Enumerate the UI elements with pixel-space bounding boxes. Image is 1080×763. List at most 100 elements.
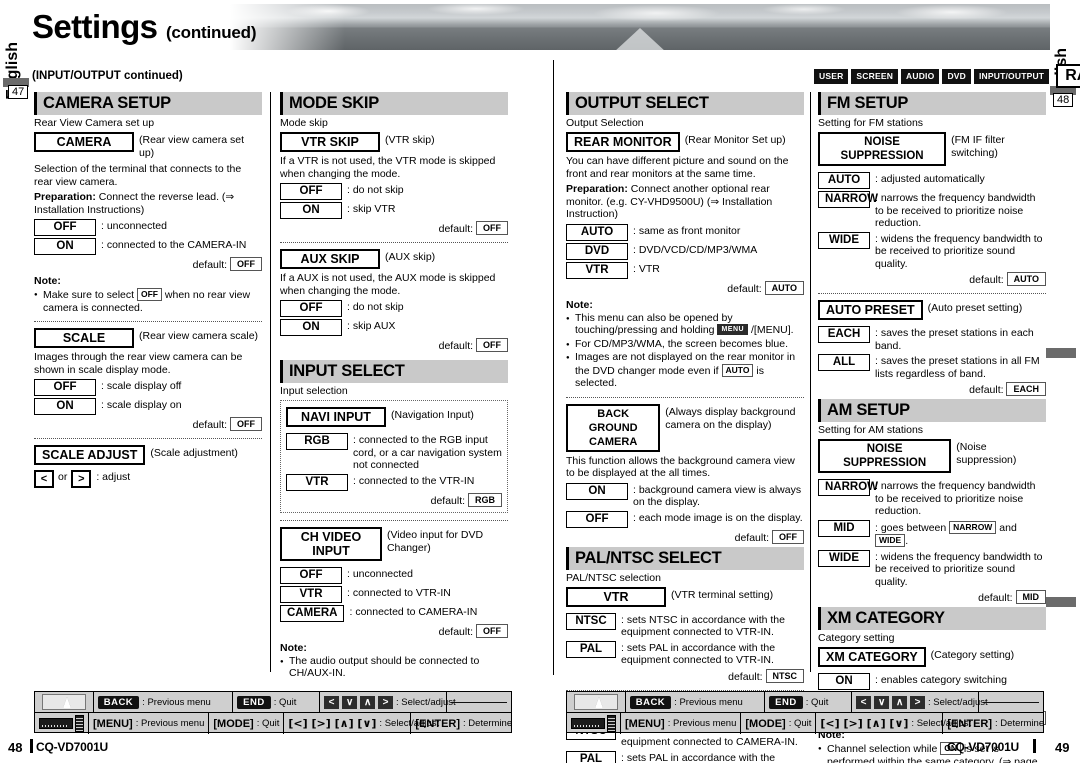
key-vtr-skip-row: VTR SKIP (VTR skip) [280,132,508,152]
legend-mode-left: [MODE] : Quit [209,713,285,734]
option-box-on[interactable]: ON [34,238,96,255]
option-box-rm-auto[interactable]: AUTO [566,223,628,241]
edge-marker-2 [1046,597,1076,607]
tab-audio[interactable]: AUDIO [901,68,940,84]
fm-option-narrow: NARROW : narrows the frequency bandwidth… [818,191,1046,230]
default-label-vtrterm: default: [728,670,763,683]
preset-default-row: default: EACH [818,382,1046,396]
option-box-chv-vtr[interactable]: VTR [280,585,342,603]
option-box-scale-on[interactable]: ON [34,398,96,415]
option-desc-navi-vtr: : connected to the VTR-IN [353,474,475,487]
option-box-rm-vtr[interactable]: VTR [566,261,628,279]
option-box-vtrterm-pal[interactable]: PAL [566,640,616,658]
option-box-scale-off[interactable]: OFF [34,379,96,396]
model-bar-left [30,739,33,753]
option-box-preset-each[interactable]: EACH [818,326,870,343]
option-box-vtr-on[interactable]: ON [280,202,342,219]
option-box-fm-auto[interactable]: AUTO [818,172,870,189]
option-box-preset-all[interactable]: ALL [818,354,870,371]
arrow-right-icon-2[interactable]: > [910,695,925,709]
option-box-bg-on[interactable]: ON [566,482,628,500]
enter-key-label[interactable]: [ENTER] [415,718,460,730]
arrow-down-icon[interactable]: ∨ [342,695,357,709]
arrow-right-icon[interactable]: > [378,695,393,709]
tab-radio[interactable]: RADIO [1056,64,1080,88]
option-box-chv-off[interactable]: OFF [280,566,342,584]
default-label-preset: default: [969,384,1004,396]
end-text-2: : Quit [805,696,829,708]
mode-key-label[interactable]: [MODE] [213,718,253,730]
option-box-off[interactable]: OFF [34,219,96,236]
back-chip-icon[interactable]: BACK [97,695,140,709]
option-box-xm-on[interactable]: ON [818,673,870,690]
key-am-noise-row: NOISE SUPPRESSION (Noise suppression) [818,439,1046,473]
am-option-mid: MID : goes between NARROW and WIDE. [818,519,1046,548]
legend-empty-left [447,692,511,712]
option-box-bg-off[interactable]: OFF [566,510,628,528]
option-box-vtrterm-ntsc[interactable]: NTSC [566,612,616,630]
enter-key-label-2[interactable]: [ENTER] [947,718,992,730]
key-scale[interactable]: SCALE [34,328,134,348]
rm-note-item-2: For CD/MP3/WMA, the screen becomes blue. [566,338,804,351]
option-box-am-mid[interactable]: MID [818,519,870,537]
key-am-noise-suppression[interactable]: NOISE SUPPRESSION [818,439,952,473]
legend-dpad-left: < ∨ ∧ > : Select/adjust [320,692,456,712]
back-chip-icon-2[interactable]: BACK [629,695,672,709]
unit-dpad-keys-2[interactable]: [<] [>] [∧] [∨] [820,717,908,730]
arrow-up-icon-2[interactable]: ∧ [892,695,907,709]
key-camera[interactable]: CAMERA [34,132,134,152]
unit-dpad-keys[interactable]: [<] [>] [∧] [∨] [288,717,376,730]
key-background-camera[interactable]: BACK GROUND CAMERA [566,403,661,452]
fm-default-row: default: AUTO [818,272,1046,286]
default-label-vtr: default: [438,223,474,235]
tab-screen[interactable]: SCREEN [851,68,899,84]
arrow-down-icon-2[interactable]: ∨ [874,695,889,709]
arrow-up-icon[interactable]: ∧ [360,695,375,709]
key-xm-category[interactable]: XM CATEGORY [818,647,926,667]
mode-key-label-2[interactable]: [MODE] [745,718,785,730]
option-box-fm-wide[interactable]: WIDE [818,231,870,249]
touchscreen-icon-right [567,692,626,712]
key-navi-input[interactable]: NAVI INPUT [286,407,386,427]
left-arrow-icon[interactable]: < [34,470,54,488]
column-camera-setup: CAMERA SETUP Rear View Camera set up CAM… [34,92,262,490]
arrow-left-icon-2[interactable]: < [856,695,871,709]
key-scale-adjust-row: SCALE ADJUST (Scale adjustment) [34,445,262,465]
end-chip-icon-2[interactable]: END [769,695,803,709]
tab-input-output[interactable]: INPUT/OUTPUT [973,68,1050,84]
option-box-camterm-pal[interactable]: PAL [566,750,616,763]
key-vtr-skip[interactable]: VTR SKIP [280,132,380,152]
navi-input-group: NAVI INPUT (Navigation Input) RGB : conn… [280,400,508,513]
key-vtr-terminal[interactable]: VTR [566,586,666,607]
key-rear-monitor[interactable]: REAR MONITOR [566,132,680,152]
rm-note3-box: AUTO [721,363,754,377]
am-mid-post: . [905,535,909,547]
scale-default-row: default: OFF [34,417,262,431]
key-aux-skip[interactable]: AUX SKIP [280,249,380,269]
end-chip-icon[interactable]: END [237,695,271,709]
key-fm-noise-suppression[interactable]: NOISE SUPPRESSION [818,132,947,166]
option-box-aux-off[interactable]: OFF [280,300,342,317]
tab-dvd[interactable]: DVD [942,68,971,84]
default-value-preset: EACH [1006,382,1046,396]
option-box-am-narrow[interactable]: NARROW [818,479,878,496]
option-box-aux-on[interactable]: ON [280,319,342,336]
tab-user[interactable]: USER [814,68,849,84]
scale-adjust-or: or [58,471,68,483]
option-box-fm-narrow[interactable]: NARROW [818,191,878,208]
camera-option-off: OFF : unconnected [34,219,262,236]
key-ch-video-input[interactable]: CH VIDEO INPUT [280,526,382,561]
key-scale-adjust[interactable]: SCALE ADJUST [34,445,146,465]
option-box-vtr-off[interactable]: OFF [280,183,342,200]
menu-key-label[interactable]: [MENU] [93,718,133,730]
option-box-rm-dvd[interactable]: DVD [566,242,628,260]
option-box-am-wide[interactable]: WIDE [818,549,870,567]
option-box-rgb[interactable]: RGB [286,433,348,450]
menu-key-label-2[interactable]: [MENU] [625,718,665,730]
option-box-navi-vtr[interactable]: VTR [286,473,348,491]
arrow-left-icon[interactable]: < [324,695,339,709]
rm-note-title: Note: [566,298,593,311]
right-arrow-icon[interactable]: > [71,470,92,488]
option-box-chv-camera[interactable]: CAMERA [280,604,345,622]
key-auto-preset[interactable]: AUTO PRESET [818,300,923,320]
